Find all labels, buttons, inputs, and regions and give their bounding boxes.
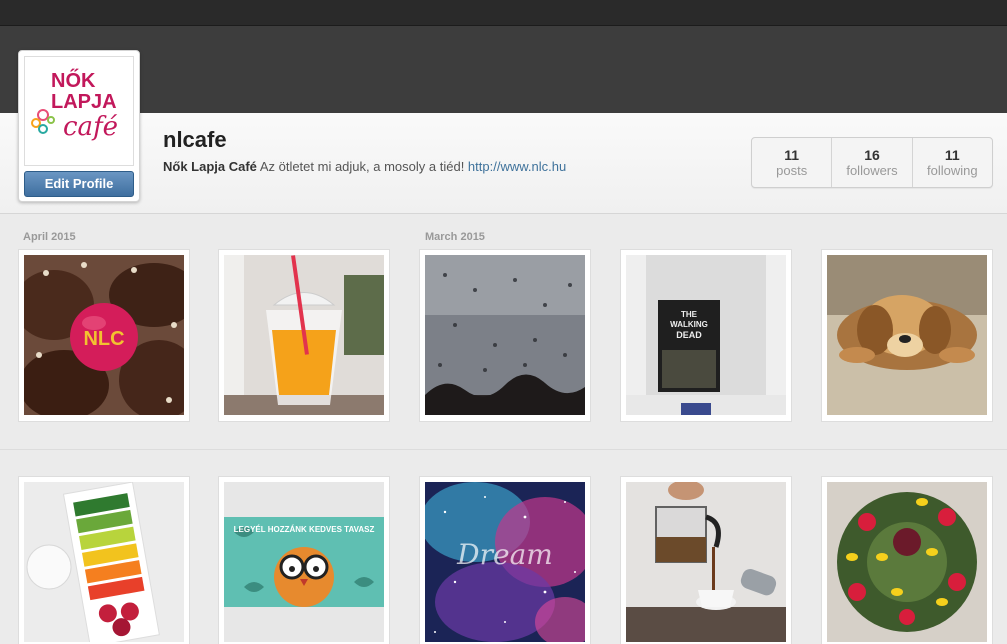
nok-lapja-cafe-logo: NŐK LAPJA café bbox=[25, 57, 133, 165]
profile-full-name: Nők Lapja Café bbox=[163, 159, 257, 174]
following-label: following bbox=[927, 163, 978, 178]
photo-card-bread[interactable]: NLC bbox=[18, 249, 190, 422]
avatar-card: NŐK LAPJA café Edit Profile bbox=[18, 50, 140, 202]
poster-text-1: THE bbox=[681, 310, 698, 319]
top-navigation-bar bbox=[0, 0, 1007, 26]
profile-stats: 11 posts 16 followers 11 following bbox=[751, 137, 993, 188]
month-label-april: April 2015 bbox=[23, 231, 76, 243]
juice-photo bbox=[224, 255, 384, 415]
vegetables-photo bbox=[24, 482, 184, 642]
rain-photo bbox=[425, 255, 585, 415]
poster-text-2: WALKING bbox=[670, 320, 708, 329]
photo-card-vegetables[interactable] bbox=[18, 476, 190, 644]
photo-card-puppy[interactable] bbox=[821, 249, 993, 422]
followers-count: 16 bbox=[864, 147, 880, 163]
row-divider bbox=[0, 449, 1007, 450]
owl-illustration: LEGYÉL HOZZÁNK KEDVES TAVASZ bbox=[224, 482, 384, 642]
easter-wreath-photo bbox=[827, 482, 987, 642]
photo-card-owl[interactable]: LEGYÉL HOZZÁNK KEDVES TAVASZ bbox=[218, 476, 390, 644]
photo-card-poster[interactable]: THE WALKING DEAD bbox=[620, 249, 792, 422]
posts-count: 11 bbox=[784, 147, 800, 163]
month-label-march: March 2015 bbox=[425, 231, 485, 243]
following-count: 11 bbox=[944, 147, 960, 163]
logo-line-2: LAPJA bbox=[51, 91, 117, 113]
photo-card-rain[interactable] bbox=[419, 249, 591, 422]
stat-following[interactable]: 11 following bbox=[911, 138, 992, 187]
poster-text-3: DEAD bbox=[676, 330, 702, 340]
cover-header bbox=[0, 26, 1007, 113]
bread-photo: NLC bbox=[24, 255, 184, 415]
photo-card-galaxy[interactable]: Dream bbox=[419, 476, 591, 644]
avatar[interactable]: NŐK LAPJA café bbox=[24, 56, 134, 166]
puppy-photo bbox=[827, 255, 987, 415]
stat-followers[interactable]: 16 followers bbox=[831, 138, 911, 187]
posts-label: posts bbox=[776, 163, 808, 178]
profile-username: nlcafe bbox=[163, 127, 227, 152]
egg-text: NLC bbox=[83, 328, 124, 350]
coffee-photo bbox=[626, 482, 786, 642]
profile-bio-text: Az ötletet mi adjuk, a mosoly a tiéd! bbox=[256, 159, 468, 174]
followers-label: followers bbox=[846, 163, 898, 178]
logo-line-1: NŐK bbox=[51, 69, 96, 92]
photo-card-coffee[interactable] bbox=[620, 476, 792, 644]
photo-card-juice[interactable] bbox=[218, 249, 390, 422]
logo-line-3: café bbox=[63, 112, 118, 142]
stat-posts[interactable]: 11 posts bbox=[752, 138, 831, 187]
profile-website-link[interactable]: http://www.nlc.hu bbox=[468, 159, 566, 174]
galaxy-caption: Dream bbox=[456, 538, 553, 571]
galaxy-photo: Dream bbox=[425, 482, 585, 642]
owl-caption: LEGYÉL HOZZÁNK KEDVES TAVASZ bbox=[234, 525, 375, 534]
photo-card-wreath[interactable] bbox=[821, 476, 993, 644]
poster-photo: THE WALKING DEAD bbox=[626, 255, 786, 415]
edit-profile-button[interactable]: Edit Profile bbox=[24, 171, 134, 197]
profile-bio: Nők Lapja Café Az ötletet mi adjuk, a mo… bbox=[163, 159, 566, 174]
